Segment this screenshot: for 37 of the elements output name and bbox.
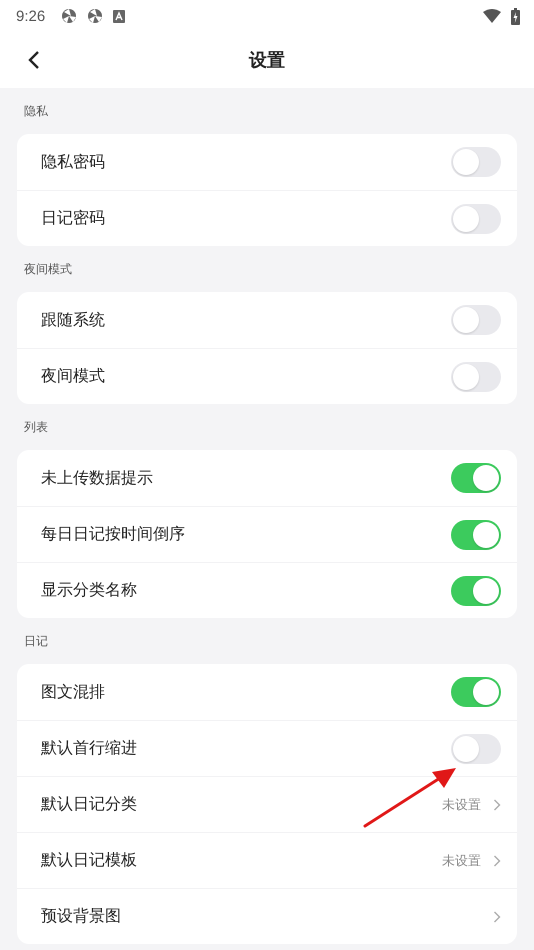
keyboard-icon	[113, 10, 126, 22]
toggle-switch[interactable]	[451, 677, 501, 707]
section-title: 列表	[24, 418, 48, 436]
toggle-switch[interactable]	[451, 576, 501, 606]
setting-label[interactable]: 显示分类名称	[41, 580, 451, 601]
toggle-switch[interactable]	[451, 204, 501, 234]
setting-label[interactable]: 默认首行缩进	[41, 738, 451, 759]
setting-label[interactable]: 图文混排	[41, 682, 451, 702]
setting-label[interactable]: 未上传数据提示	[41, 468, 451, 488]
setting-label[interactable]: 默认日记分类	[41, 794, 442, 815]
setting-label[interactable]: 隐私密码	[41, 152, 451, 172]
toggle-switch[interactable]	[451, 520, 501, 550]
setting-label[interactable]: 默认日记模板	[41, 850, 442, 871]
toggle-switch[interactable]	[451, 734, 501, 764]
setting-label[interactable]: 跟随系统	[41, 310, 451, 330]
setting-label[interactable]: 夜间模式	[41, 366, 451, 387]
section-title: 隐私	[24, 102, 48, 120]
setting-value: 未设置	[442, 852, 481, 870]
toggle-switch[interactable]	[451, 305, 501, 335]
chevron-right-icon	[493, 854, 501, 866]
setting-value: 未设置	[442, 796, 481, 814]
status-time: 9:26	[16, 8, 46, 24]
wifi-icon	[483, 9, 501, 23]
setting-label[interactable]: 预设背景图	[41, 906, 493, 927]
setting-label[interactable]: 每日日记按时间倒序	[41, 524, 451, 545]
section-title: 夜间模式	[24, 260, 72, 278]
toggle-switch[interactable]	[451, 362, 501, 392]
section-title: 日记	[24, 632, 48, 650]
toggle-switch[interactable]	[451, 147, 501, 177]
battery-icon	[511, 8, 520, 24]
chevron-right-icon	[493, 910, 501, 922]
aperture-icon	[87, 8, 104, 24]
page-title: 设置	[249, 49, 285, 72]
chevron-right-icon	[493, 798, 501, 810]
setting-label[interactable]: 日记密码	[41, 208, 451, 229]
aperture-icon	[61, 8, 78, 24]
toggle-switch[interactable]	[451, 463, 501, 493]
